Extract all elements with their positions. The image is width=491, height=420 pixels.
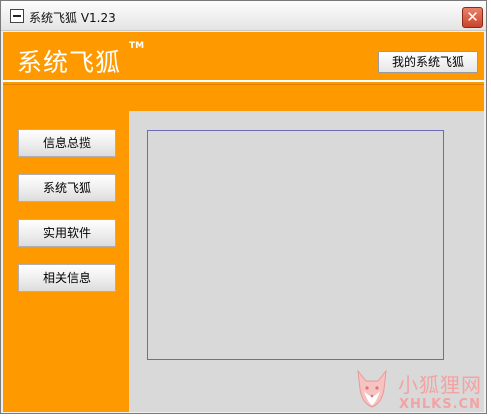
- app-window: 系统飞狐 V1.23 ✕ 系统飞狐 TM 我的系统飞狐 信息总揽 系统飞狐 实用…: [0, 0, 487, 414]
- fox-icon: [357, 369, 387, 408]
- nav-button-system-fox[interactable]: 系统飞狐: [18, 174, 116, 202]
- my-system-fox-button[interactable]: 我的系统飞狐: [378, 51, 478, 73]
- watermark: 小狐狸网 XHLKS.CN: [352, 367, 491, 420]
- app-logo: 系统飞狐: [17, 48, 122, 77]
- window-icon[interactable]: [10, 9, 24, 23]
- nav-button-info-overview[interactable]: 信息总揽: [18, 129, 116, 157]
- content-box: [147, 130, 444, 360]
- watermark-title: 小狐狸网: [398, 373, 482, 397]
- trademark-mark: TM: [129, 41, 145, 51]
- window-title: 系统飞狐 V1.23: [29, 11, 116, 25]
- title-bar[interactable]: 系统飞狐 V1.23 ✕: [1, 1, 486, 31]
- watermark-url: XHLKS.CN: [399, 397, 481, 412]
- client-area: 系统飞狐 TM 我的系统飞狐 信息总揽 系统飞狐 实用软件 相关信息: [3, 32, 484, 412]
- nav-button-related-info[interactable]: 相关信息: [18, 264, 116, 292]
- close-icon: ✕: [466, 8, 479, 26]
- nav-button-utilities[interactable]: 实用软件: [18, 219, 116, 247]
- header-bar: 系统飞狐 TM 我的系统飞狐: [3, 32, 484, 85]
- close-button[interactable]: ✕: [462, 7, 483, 28]
